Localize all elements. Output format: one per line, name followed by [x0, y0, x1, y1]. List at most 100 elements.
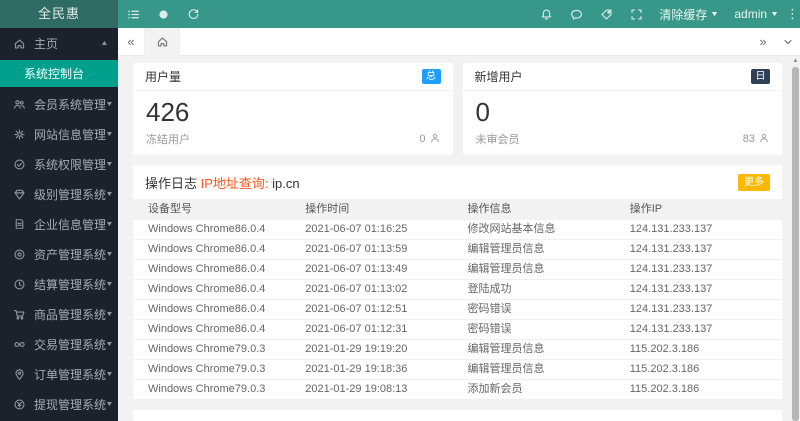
table-cell: 124.131.233.137	[629, 303, 713, 315]
table-cell: 编辑管理员信息	[467, 243, 545, 255]
check-circle-icon	[13, 158, 26, 171]
doc-icon	[13, 218, 26, 231]
clear-cache-dropdown[interactable]: 清除缓存 ▼	[651, 0, 726, 28]
bell-icon[interactable]	[531, 0, 561, 28]
sidebar-item-label: 级别管理系统	[34, 187, 107, 202]
table-cell: 124.131.233.137	[629, 283, 713, 295]
sidebar-item[interactable]: 主页 ▲	[0, 28, 118, 58]
ip-lookup-label: IP地址查询:	[200, 176, 269, 191]
total-badge: 总	[421, 69, 441, 84]
footer-count: 83	[743, 132, 770, 147]
table-cell: 124.131.233.137	[629, 243, 713, 255]
content-scrollbar[interactable]: ▲	[791, 56, 800, 421]
caret-down-icon: ▼	[105, 400, 114, 408]
footer-label: 冻结用户	[146, 134, 190, 146]
theme-icon[interactable]	[148, 0, 178, 28]
sidebar-item-console[interactable]: 系统控制台	[0, 60, 118, 87]
caret-down-icon: ▼	[710, 10, 720, 18]
tabs-scroll-right-icon[interactable]: »	[750, 28, 776, 56]
card-title: 新增用户	[474, 70, 523, 84]
admin-dashboard: 全民惠 主页 ▲ 系统控制台 会员系统管理 ▼ 网站信息管理 ▼ 系统权限管理 ▼ 级别管理系统 ▼…	[0, 0, 800, 421]
log-card-header: 操作日志 IP地址查询: ip.cn 更多	[133, 165, 782, 199]
system-info-title: 系统信息	[133, 410, 782, 421]
tabs-menu-chevron-icon[interactable]	[776, 28, 800, 56]
tabs-scroll-left-icon[interactable]: «	[118, 28, 144, 56]
sidebar-item-label: 主页	[34, 36, 59, 51]
table-cell: 2021-01-29 19:08:13	[305, 383, 408, 395]
table-cell: 115.202.3.186	[629, 343, 700, 355]
sidebar-item[interactable]: 系统权限管理 ▼	[0, 149, 118, 179]
new-users-value: 0	[475, 97, 490, 127]
scrollbar-thumb[interactable]	[792, 67, 799, 421]
scrollbar-up-arrow[interactable]: ▲	[791, 56, 800, 66]
table-cell: 2021-06-07 01:12:51	[305, 303, 408, 315]
sidebar-item-label: 会员系统管理	[34, 97, 107, 112]
table-row: Windows Chrome86.0.4 2021-06-07 01:13:49 编…	[133, 260, 782, 280]
footer-value: 83	[742, 133, 755, 145]
sidebar-item[interactable]: 结算管理系统 ▼	[0, 269, 118, 299]
new-users-card: 新增用户 日 0 未审会员 83	[462, 63, 782, 155]
card-title: 用户量	[145, 70, 182, 84]
sidebar-item-label: 商品管理系统	[34, 307, 107, 322]
table-cell: Windows Chrome86.0.4	[148, 323, 266, 335]
table-cell: Windows Chrome79.0.3	[148, 383, 266, 395]
sidebar-item[interactable]: 级别管理系统 ▼	[0, 179, 118, 209]
table-cell: 编辑管理员信息	[467, 363, 545, 375]
sidebar-item-label: 提现管理系统	[34, 397, 107, 412]
sidebar-item[interactable]: 交易管理系统 ▼	[0, 329, 118, 359]
sidebar-item-label: 企业信息管理	[34, 217, 107, 232]
tag-icon[interactable]	[591, 0, 621, 28]
link-icon	[13, 338, 26, 351]
sidebar-item[interactable]: 网站信息管理 ▼	[0, 119, 118, 149]
cart-icon	[13, 308, 26, 321]
sidebar-item[interactable]: 提现管理系统 ▼	[0, 389, 118, 419]
fullscreen-icon[interactable]	[621, 0, 651, 28]
table-cell: 2021-06-07 01:16:25	[305, 223, 408, 235]
sidebar-item[interactable]: 资产管理系统 ▼	[0, 239, 118, 269]
ip-lookup-site[interactable]: ip.cn	[272, 176, 299, 191]
column-header: 操作IP	[629, 203, 663, 215]
table-cell: 修改网站基本信息	[467, 223, 556, 235]
message-icon[interactable]	[561, 0, 591, 28]
caret-down-icon: ▼	[105, 310, 114, 318]
sidebar-item[interactable]: 会员系统管理 ▼	[0, 89, 118, 119]
footer-count: 0	[419, 132, 440, 147]
caret-down-icon: ▼	[105, 250, 114, 258]
sidebar-item[interactable]: 商品管理系统 ▼	[0, 299, 118, 329]
table-cell: 2021-06-07 01:12:31	[305, 323, 408, 335]
person-icon	[758, 132, 770, 147]
sidebar-menu: 主页 ▲ 系统控制台 会员系统管理 ▼ 网站信息管理 ▼ 系统权限管理 ▼ 级别管理系统 ▼ 企业信息…	[0, 28, 118, 419]
card-header: 用户量 总	[133, 63, 453, 91]
clock-icon	[13, 278, 26, 291]
sidebar-item[interactable]: 订单管理系统 ▼	[0, 359, 118, 389]
pin-icon	[13, 368, 26, 381]
table-row: Windows Chrome86.0.4 2021-06-07 01:12:51 密…	[133, 300, 782, 320]
more-vert-icon[interactable]: ⋮	[786, 6, 800, 22]
table-cell: 124.131.233.137	[629, 323, 713, 335]
caret-down-icon: ▼	[105, 370, 114, 378]
sidebar: 全民惠 主页 ▲ 系统控制台 会员系统管理 ▼ 网站信息管理 ▼ 系统权限管理 ▼ 级别管理系统 ▼…	[0, 0, 118, 421]
user-count-card: 用户量 总 426 冻结用户 0	[133, 63, 453, 155]
table-cell: Windows Chrome86.0.4	[148, 283, 266, 295]
table-row: Windows Chrome79.0.3 2021-01-29 19:18:36 编…	[133, 360, 782, 380]
caret-down-icon: ▼	[105, 100, 114, 108]
tab-home[interactable]	[144, 27, 180, 56]
table-cell: 2021-01-29 19:19:20	[305, 343, 408, 355]
operation-log-card: 操作日志 IP地址查询: ip.cn 更多 设备型号 操作时间 操作信息 操作IP Wi…	[133, 165, 782, 400]
table-cell: 115.202.3.186	[629, 363, 700, 375]
log-title-group: 操作日志 IP地址查询: ip.cn	[145, 173, 300, 192]
refresh-icon[interactable]	[178, 0, 208, 28]
caret-up-icon: ▲	[100, 39, 109, 47]
caret-down-icon: ▼	[105, 190, 114, 198]
home-icon	[13, 37, 26, 50]
coin2-icon	[13, 398, 26, 411]
sidebar-item-label: 结算管理系统	[34, 277, 107, 292]
user-dropdown[interactable]: admin ▼	[726, 0, 786, 28]
column-header: 操作信息	[467, 203, 512, 215]
users-icon	[13, 98, 26, 111]
sidebar-item[interactable]: 企业信息管理 ▼	[0, 209, 118, 239]
collapse-menu-icon[interactable]	[118, 0, 148, 28]
more-button[interactable]: 更多	[738, 174, 770, 191]
tabbar: « »	[118, 27, 800, 56]
table-cell: Windows Chrome79.0.3	[148, 343, 266, 355]
